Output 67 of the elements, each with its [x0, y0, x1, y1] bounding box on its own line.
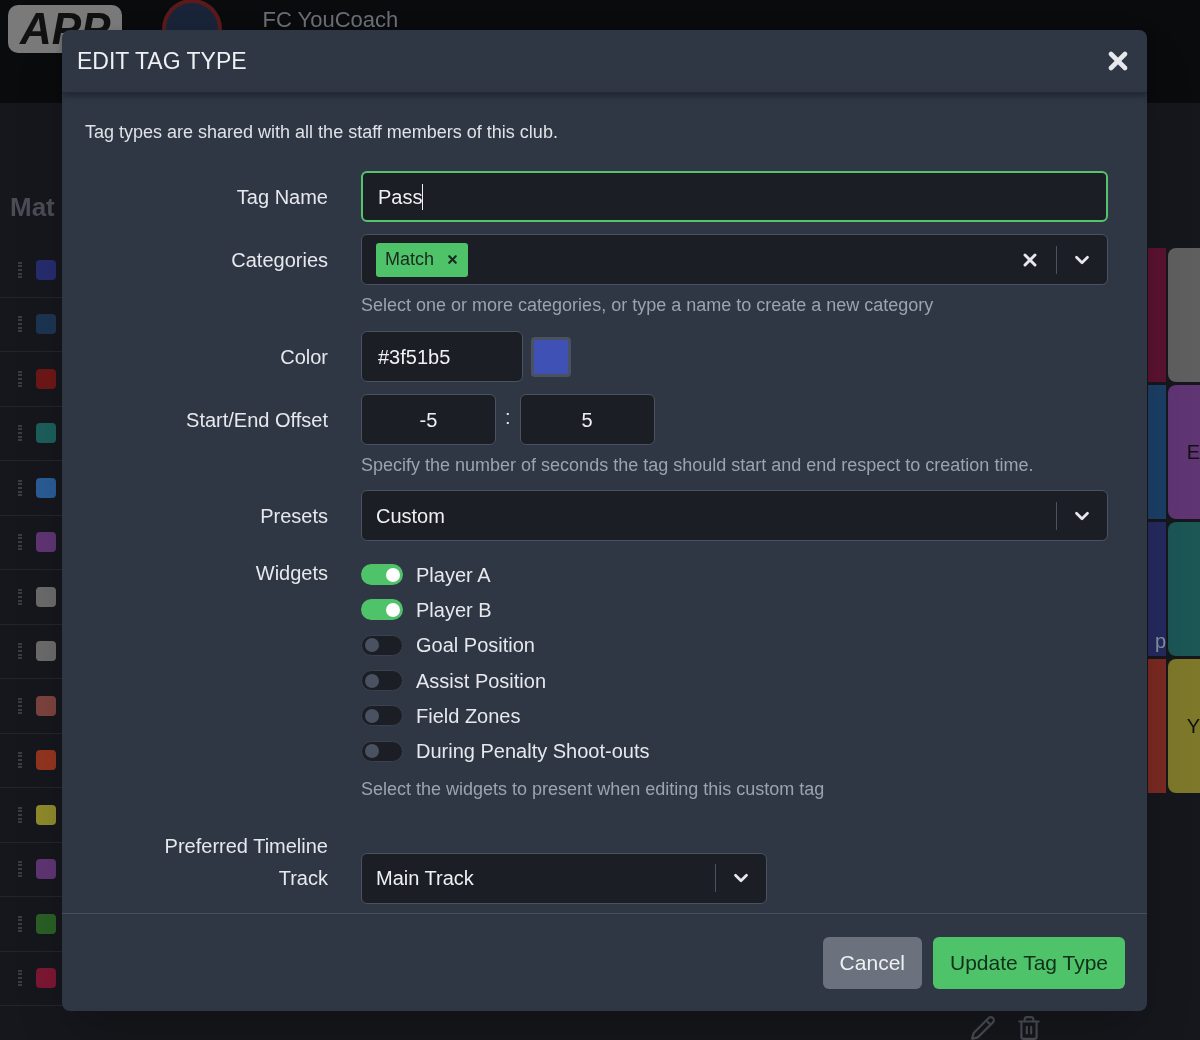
select-value: Custom [376, 503, 446, 529]
remove-icon[interactable] [446, 253, 460, 266]
field-label: Color [279, 344, 328, 370]
toggle-label: Goal Position [416, 633, 535, 659]
field-label: Widgets [254, 561, 328, 586]
field-label: Tag Name [235, 184, 328, 210]
tag-tile[interactable]: Y [1168, 659, 1200, 793]
help-text: Specify the number of seconds the tag should start and end respect to creation time. [361, 454, 1035, 477]
club-name: FC YouCoach [262, 6, 399, 34]
drag-handle-icon[interactable] [18, 261, 22, 278]
toggle-switch[interactable] [361, 705, 403, 727]
update-button[interactable]: Update Tag Type [933, 937, 1125, 989]
section-heading: Mat [9, 191, 56, 224]
select-value: Main Track [376, 866, 475, 892]
drag-handle-icon[interactable] [18, 316, 22, 333]
help-text: Select the widgets to present when editing this custom tag [361, 777, 826, 801]
field-label: Categories [230, 247, 328, 273]
drag-handle-icon[interactable] [18, 534, 22, 551]
start-offset-field[interactable]: -5 [361, 394, 496, 445]
select-field[interactable]: Custom [361, 490, 1108, 541]
field-value: Pass [378, 184, 423, 210]
toggle-switch[interactable] [361, 740, 403, 762]
field-value: #3f51b5 [378, 344, 451, 370]
drag-handle-icon[interactable] [18, 752, 22, 769]
drag-handle-icon[interactable] [18, 425, 22, 442]
drag-handle-icon[interactable] [18, 861, 22, 878]
edit-icon[interactable] [970, 1015, 996, 1040]
toggle-label: During Penalty Shoot-outs [416, 739, 650, 765]
select-field[interactable]: Main Track [361, 852, 767, 904]
tag-tile[interactable] [1148, 659, 1166, 793]
drag-handle-icon[interactable] [18, 588, 22, 605]
drag-handle-icon[interactable] [18, 697, 22, 714]
field-value: -5 [419, 407, 438, 433]
toggle-label: Assist Position [416, 668, 547, 694]
category-chip[interactable]: Match [376, 242, 469, 277]
toggle-switch[interactable] [361, 670, 403, 692]
drag-handle-icon[interactable] [18, 970, 22, 987]
field-label: Presets [259, 503, 328, 529]
help-text: Select one or more categories, or type a name to create a new category [361, 294, 935, 317]
categories-field[interactable]: Match [361, 234, 1108, 285]
color-preview[interactable] [531, 336, 571, 377]
toggle-label: Player B [416, 597, 492, 623]
end-offset-field[interactable]: 5 [519, 394, 655, 445]
tag-tile[interactable] [1148, 248, 1166, 382]
drag-handle-icon[interactable] [18, 643, 22, 660]
cancel-button[interactable]: Cancel [822, 937, 922, 989]
tag-tile[interactable]: p [1148, 522, 1166, 656]
offset-separator: : [505, 404, 511, 430]
toggle-switch[interactable] [361, 599, 403, 621]
delete-icon[interactable] [1016, 1015, 1042, 1040]
toggle-label: Field Zones [416, 703, 521, 729]
tag-tile[interactable] [1168, 522, 1200, 656]
drag-handle-icon[interactable] [18, 915, 22, 932]
drag-handle-icon[interactable] [18, 806, 22, 823]
field-label: Start/End Offset [185, 407, 328, 433]
intro-text: Tag types are shared with all the staff members of this club. [85, 121, 559, 144]
toggle-label: Player A [416, 562, 491, 588]
drag-handle-icon[interactable] [18, 370, 22, 387]
field-label: Preferred Timeline Track [163, 834, 328, 892]
tag-tile[interactable] [1168, 248, 1200, 382]
toggle-switch[interactable] [361, 564, 403, 586]
tag-name-field[interactable]: Pass [361, 171, 1108, 222]
field-value: 5 [581, 407, 593, 433]
toggle-switch[interactable] [361, 634, 403, 656]
color-field[interactable]: #3f51b5 [361, 331, 523, 382]
drag-handle-icon[interactable] [18, 479, 22, 496]
tag-tile[interactable] [1148, 385, 1166, 519]
